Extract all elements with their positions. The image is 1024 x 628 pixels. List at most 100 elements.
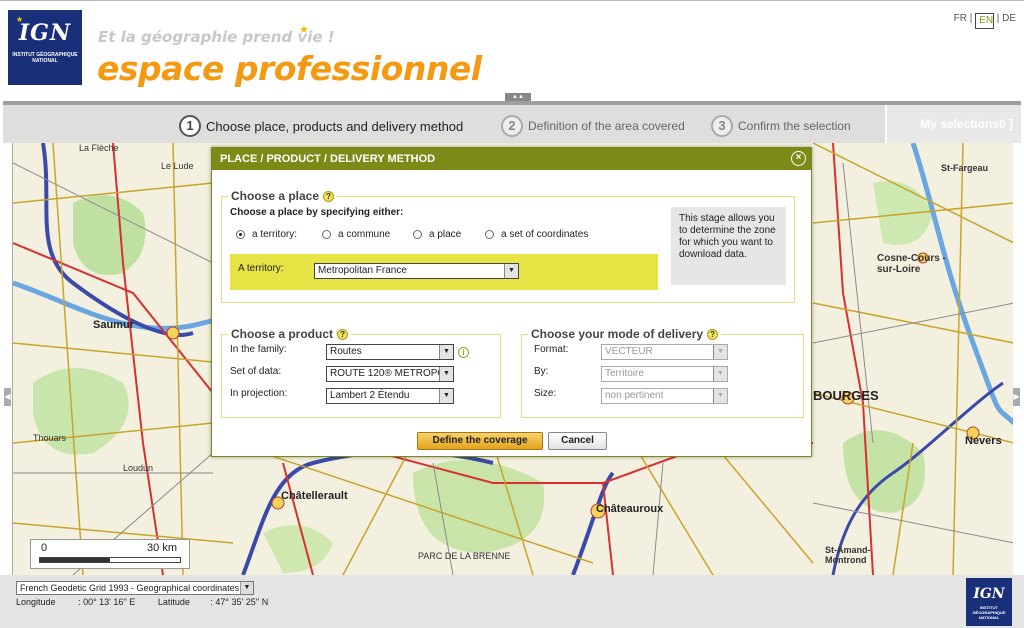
cancel-button[interactable]: Cancel bbox=[548, 432, 607, 450]
dialog-title-bar: PLACE / PRODUCT / DELIVERY METHOD × bbox=[212, 148, 811, 170]
map-label-loudun: Loudun bbox=[123, 463, 154, 473]
cursor-coordinates: Longitude : 00° 13' 16'' E Latitude : 47… bbox=[16, 597, 274, 607]
close-icon[interactable]: × bbox=[791, 151, 806, 166]
projection-select[interactable]: Lambert 2 Étendu ▼ bbox=[326, 388, 454, 404]
help-icon[interactable]: ? bbox=[707, 329, 719, 340]
lang-fr[interactable]: FR bbox=[954, 13, 967, 24]
step-1[interactable]: 1 Choose place, products and delivery me… bbox=[179, 115, 463, 137]
legend-text: Choose your mode of delivery bbox=[531, 327, 704, 341]
steps-bar: 1 Choose place, products and delivery me… bbox=[3, 101, 1021, 143]
family-label: In the family: bbox=[230, 344, 287, 355]
logo-text: IGN bbox=[973, 586, 1005, 602]
radio-label: a territory: bbox=[252, 229, 298, 240]
map-label-st-fargeau: St-Fargeau bbox=[941, 163, 989, 173]
choose-delivery-legend: Choose your mode of delivery? bbox=[528, 327, 721, 341]
format-value: VECTEUR bbox=[605, 346, 653, 357]
lang-separator: | bbox=[969, 13, 973, 24]
lang-en[interactable]: EN bbox=[975, 13, 995, 29]
format-label: Format: bbox=[534, 344, 569, 355]
chevron-down-icon: ▼ bbox=[439, 345, 453, 359]
define-coverage-button[interactable]: Define the coverage bbox=[417, 432, 543, 450]
map-label-thouars: Thouars bbox=[33, 433, 67, 443]
format-select[interactable]: VECTEUR ▼ bbox=[601, 344, 728, 360]
lang-separator: | bbox=[996, 13, 1000, 24]
map-footer: French Geodetic Grid 1993 - Geographical… bbox=[0, 575, 1024, 628]
size-select[interactable]: non pertinent ▼ bbox=[601, 388, 728, 404]
map-label-bourges: BOURGES bbox=[813, 388, 879, 403]
lang-de[interactable]: DE bbox=[1002, 13, 1016, 24]
map-label-st-amand: St-Amand- Montrond bbox=[825, 545, 871, 565]
info-icon[interactable]: i bbox=[458, 347, 469, 358]
coordinate-system-value: French Geodetic Grid 1993 - Geographical… bbox=[20, 583, 240, 593]
map-label-brenne: PARC DE LA BRENNE bbox=[418, 551, 511, 561]
scale-max: 30 km bbox=[147, 542, 177, 554]
language-switcher: FR | EN | ES | DE bbox=[954, 13, 1016, 29]
radio-coordinates[interactable]: a set of coordinates bbox=[485, 229, 588, 240]
chevron-down-icon: ▼ bbox=[439, 389, 453, 403]
place-info-box: This stage allows you to determine the z… bbox=[671, 207, 786, 285]
dataset-select[interactable]: ROUTE 120® METROPO ▼ bbox=[326, 366, 454, 382]
help-icon[interactable]: ? bbox=[337, 329, 349, 340]
choose-product-legend: Choose a product? bbox=[228, 327, 351, 341]
help-icon[interactable]: ? bbox=[323, 191, 335, 202]
projection-label: In projection: bbox=[230, 388, 288, 399]
brand-title: espace professionnel bbox=[97, 49, 482, 88]
longitude-value: : 00° 13' 16'' E bbox=[78, 597, 136, 607]
pan-right-arrow[interactable]: ▶ bbox=[1013, 388, 1020, 406]
territory-value: Metropolitan France bbox=[318, 265, 407, 276]
dataset-value: ROUTE 120® METROPO bbox=[330, 368, 446, 379]
map-label-saumur: Saumur bbox=[93, 319, 134, 331]
footer-ign-logo: IGN INSTITUT GÉOGRAPHIQUE NATIONAL bbox=[966, 578, 1012, 626]
map-label-chatellerault: Châtellerault bbox=[281, 490, 348, 502]
logo-subtitle: INSTITUT GÉOGRAPHIQUE NATIONAL bbox=[12, 52, 78, 64]
step-label: Confirm the selection bbox=[738, 119, 851, 133]
collapse-header-toggle[interactable]: ▲▲ bbox=[505, 93, 531, 101]
scale-min: 0 bbox=[41, 542, 48, 554]
radio-label: a set of coordinates bbox=[501, 229, 589, 240]
family-value: Routes bbox=[330, 346, 362, 357]
chevron-down-icon: ▼ bbox=[504, 264, 518, 278]
chevron-down-icon: ▼ bbox=[713, 345, 727, 359]
radio-label: a commune bbox=[338, 229, 391, 240]
legend-text: Choose a place bbox=[231, 189, 320, 203]
radio-dot bbox=[413, 230, 422, 239]
chevron-down-icon: ▼ bbox=[439, 367, 453, 381]
map-label-nevers: Nevers bbox=[965, 435, 1002, 447]
size-label: Size: bbox=[534, 388, 557, 399]
star-icon: ★ bbox=[16, 15, 24, 24]
map-label-la-fleche: La Flèche bbox=[79, 143, 119, 153]
territory-label: A territory: bbox=[238, 263, 284, 274]
scale-bar bbox=[39, 557, 181, 563]
step-number: 3 bbox=[711, 115, 733, 137]
ign-logo[interactable]: ★ IGN INSTITUT GÉOGRAPHIQUE NATIONAL bbox=[8, 10, 82, 85]
radio-territory[interactable]: a territory: bbox=[236, 229, 297, 240]
latitude-label: Latitude bbox=[157, 597, 190, 607]
chevron-down-icon: ▼ bbox=[240, 582, 253, 594]
radio-dot bbox=[485, 230, 494, 239]
radio-place[interactable]: a place bbox=[413, 229, 461, 240]
place-product-delivery-dialog: PLACE / PRODUCT / DELIVERY METHOD × Choo… bbox=[211, 147, 812, 457]
territory-select[interactable]: Metropolitan France ▼ bbox=[314, 263, 519, 279]
step-label: Choose place, products and delivery meth… bbox=[206, 118, 464, 134]
step-3[interactable]: 3 Confirm the selection bbox=[711, 115, 851, 137]
chevron-down-icon: ▼ bbox=[713, 367, 727, 381]
pan-left-arrow[interactable]: ◀ bbox=[4, 388, 11, 406]
step-number: 1 bbox=[179, 115, 201, 137]
place-instruction: Choose a place by specifying either: bbox=[230, 207, 404, 218]
dataset-label: Set of data: bbox=[230, 366, 282, 377]
map-label-chateauroux: Châteauroux bbox=[596, 503, 664, 515]
by-select[interactable]: Territoire ▼ bbox=[601, 366, 728, 382]
map-label-cosne: Cosne-Cours -sur-Loire bbox=[877, 253, 946, 275]
step-number: 2 bbox=[501, 115, 523, 137]
step-2[interactable]: 2 Definition of the area covered bbox=[501, 115, 685, 137]
by-value: Territoire bbox=[605, 368, 644, 379]
territory-row: A territory: Metropolitan France ▼ bbox=[230, 254, 658, 290]
legend-text: Choose a product bbox=[231, 327, 334, 341]
my-selections-button[interactable]: My selections0 ] bbox=[885, 105, 1021, 143]
dialog-title: PLACE / PRODUCT / DELIVERY METHOD bbox=[220, 153, 436, 165]
coordinate-system-select[interactable]: French Geodetic Grid 1993 - Geographical… bbox=[16, 581, 254, 595]
family-select[interactable]: Routes ▼ bbox=[326, 344, 454, 360]
radio-commune[interactable]: a commune bbox=[322, 229, 390, 240]
logo-subtitle: INSTITUT GÉOGRAPHIQUE NATIONAL bbox=[972, 605, 1006, 620]
star-icon: ★ bbox=[299, 24, 309, 36]
